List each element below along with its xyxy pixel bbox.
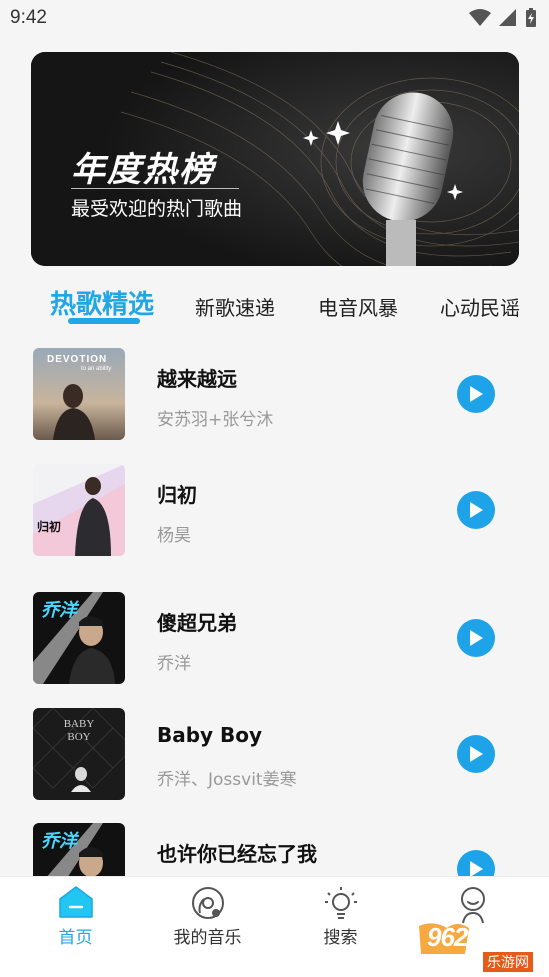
watermark-subtext: 乐游网	[483, 952, 533, 972]
banner-title: 年度热榜	[71, 150, 215, 190]
play-button[interactable]	[457, 850, 495, 876]
song-row[interactable]: 乔洋 傻超兄弟 乔洋	[0, 592, 549, 692]
song-title: 越来越远	[157, 367, 237, 391]
play-icon	[470, 386, 483, 402]
song-title: Baby Boy	[157, 723, 263, 747]
status-time: 9:42	[10, 7, 47, 28]
watermark-text: 962.NET	[427, 922, 524, 952]
song-artist: 乔洋	[157, 654, 191, 674]
song-title: 也许你已经忘了我	[157, 842, 317, 866]
tab-electronic[interactable]: 电音风暴	[318, 292, 398, 321]
song-title: 归初	[157, 483, 197, 507]
site-watermark-logo: 962.NET 乐游网	[413, 920, 543, 972]
cover-text: BABY BOY	[63, 718, 95, 743]
nav-home[interactable]: 首页	[7, 877, 144, 977]
nav-label-home: 首页	[58, 928, 93, 948]
play-button[interactable]	[457, 619, 495, 657]
banner-divider	[71, 188, 239, 189]
nav-my-music[interactable]: 我的音乐	[139, 877, 276, 977]
album-cover: DEVOTION to an ability	[33, 348, 125, 440]
tab-hot-songs[interactable]: 热歌精选	[50, 284, 154, 321]
cover-text: 乔洋	[41, 600, 77, 621]
signal-icon	[499, 9, 516, 26]
status-bar: 9:42	[0, 0, 549, 38]
album-cover: BABY BOY	[33, 708, 125, 800]
profile-icon	[460, 887, 485, 924]
song-artist: 杨昊	[157, 526, 191, 546]
play-icon	[470, 861, 483, 876]
nav-label-search: 搜索	[323, 928, 358, 948]
play-button[interactable]	[457, 375, 495, 413]
song-artist: 乔洋、Jossvit姜寒	[157, 770, 297, 790]
nav-label-my-music: 我的音乐	[173, 928, 242, 948]
play-icon	[470, 746, 483, 762]
play-icon	[470, 630, 483, 646]
cover-text: 归初	[37, 520, 62, 534]
tab-folk[interactable]: 心动民谣	[440, 292, 520, 321]
status-icons	[469, 8, 537, 28]
cover-text: 乔洋	[41, 831, 77, 852]
nav-search[interactable]: 搜索	[272, 877, 409, 977]
music-disc-icon	[191, 887, 224, 919]
song-row[interactable]: 归初 归初 杨昊	[0, 464, 549, 564]
album-cover: 归初	[33, 464, 125, 556]
song-list: DEVOTION to an ability 越来越远 安苏羽+张兮沐 归初 归…	[0, 340, 549, 876]
play-button[interactable]	[457, 735, 495, 773]
banner-subtitle: 最受欢迎的热门歌曲	[71, 198, 243, 220]
home-icon	[58, 886, 93, 918]
lightbulb-search-icon	[324, 887, 357, 919]
song-title: 傻超兄弟	[157, 611, 237, 635]
battery-icon	[526, 8, 536, 27]
cover-subtext: to an ability	[81, 366, 112, 372]
cover-text: DEVOTION	[47, 354, 108, 365]
song-row[interactable]: 乔洋 也许你已经忘了我	[0, 823, 549, 876]
hero-banner[interactable]: 年度热榜 最受欢迎的热门歌曲	[31, 52, 519, 266]
play-icon	[470, 502, 483, 518]
album-cover: 乔洋	[33, 823, 125, 876]
wifi-icon	[469, 9, 491, 26]
song-row[interactable]: DEVOTION to an ability 越来越远 安苏羽+张兮沐	[0, 348, 549, 448]
tab-new-songs[interactable]: 新歌速递	[195, 292, 275, 321]
album-cover: 乔洋	[33, 592, 125, 684]
active-tab-indicator	[68, 318, 140, 324]
song-artist: 安苏羽+张兮沐	[157, 410, 274, 430]
song-row[interactable]: BABY BOY Baby Boy 乔洋、Jossvit姜寒	[0, 708, 549, 808]
play-button[interactable]	[457, 491, 495, 529]
